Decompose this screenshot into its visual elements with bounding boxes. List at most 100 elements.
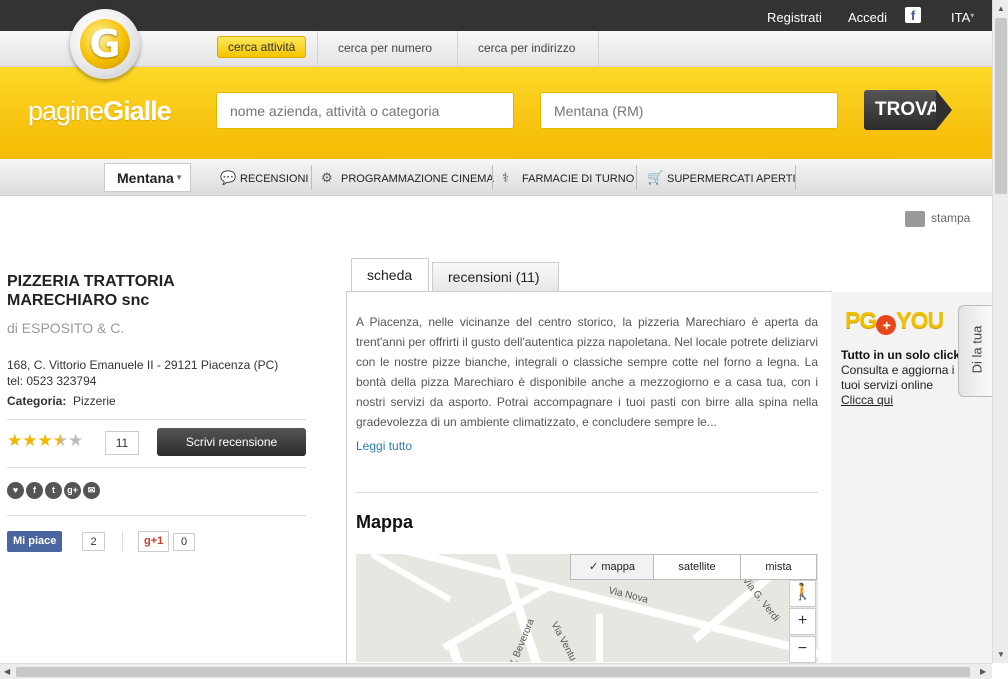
film-reel-icon: ⚙: [321, 170, 333, 185]
pegman-icon[interactable]: 🚶: [789, 580, 816, 607]
shopping-cart-icon: 🛒: [647, 170, 664, 185]
pgyou-line1: Consulta e aggiorna i: [841, 363, 955, 377]
map-road: [596, 614, 603, 662]
nav-label: RECENSIONI: [240, 173, 309, 185]
scroll-right-icon[interactable]: ▶: [980, 667, 986, 676]
registrati-link[interactable]: Registrati: [767, 10, 822, 25]
map-type-satellite[interactable]: satellite: [653, 554, 741, 580]
category-bar: Mentana ▼ 💬 RECENSIONI ⚙ PROGRAMMAZIONE CIN…: [0, 159, 992, 196]
google-plus-one-button[interactable]: g+1: [138, 531, 170, 552]
google-plus-icon[interactable]: g+: [64, 482, 81, 499]
city-label: Mentana: [117, 170, 174, 186]
tab-cerca-per-indirizzo[interactable]: cerca per indirizzo: [478, 41, 575, 55]
feedback-tab[interactable]: Di la tua: [958, 305, 992, 397]
facebook-icon[interactable]: f: [26, 482, 43, 499]
print-button[interactable]: stampa: [905, 211, 970, 227]
twitter-icon[interactable]: t: [45, 482, 62, 499]
paginegialle-logo[interactable]: G: [70, 9, 140, 79]
like-label: Mi piace: [13, 535, 57, 547]
divider: [311, 165, 312, 190]
facebook-icon[interactable]: f: [905, 7, 921, 23]
search-where-input[interactable]: [540, 92, 838, 129]
star-half-icon: ★: [52, 431, 68, 450]
nav-label: FARMACIE DI TURNO: [522, 173, 635, 185]
plus-icon: +: [876, 315, 897, 335]
language-label: ITA: [951, 10, 971, 25]
divider: [492, 165, 493, 190]
tab-cerca-per-numero[interactable]: cerca per numero: [338, 41, 432, 55]
share-icons: ♥ f t g+ ✉: [7, 480, 102, 499]
write-review-button[interactable]: Scrivi recensione: [157, 428, 306, 456]
street-label: Via Ventu: [548, 620, 579, 662]
zoom-in-button[interactable]: +: [789, 608, 816, 635]
pgyou-line2: tuoi servizi online: [841, 378, 934, 392]
leggi-tutto-link[interactable]: Leggi tutto: [356, 439, 412, 453]
scroll-down-icon[interactable]: ▼: [997, 650, 1005, 659]
printer-icon: [905, 211, 925, 227]
feedback-label: Di la tua: [969, 325, 985, 374]
map-type-mappa[interactable]: ✓ mappa: [570, 554, 654, 580]
divider: [122, 531, 123, 551]
language-selector[interactable]: ITA▾: [951, 10, 974, 25]
horizontal-scrollbar[interactable]: ◀ ▶: [0, 663, 992, 679]
pgyou-text: Tutto in un solo click Consulta e aggior…: [841, 348, 960, 408]
star-empty-icon: ★: [67, 431, 84, 450]
divider: [457, 31, 458, 67]
nav-recensioni[interactable]: 💬 RECENSIONI: [220, 170, 308, 186]
scrollbar-thumb[interactable]: [16, 667, 970, 677]
pgyou-headline: Tutto in un solo click: [841, 348, 961, 362]
gplus-label: g+1: [144, 535, 164, 547]
divider: [317, 31, 318, 67]
accedi-link[interactable]: Accedi: [848, 10, 887, 25]
business-address: 168, C. Vittorio Emanuele II - 29121 Pia…: [7, 358, 279, 372]
scroll-up-icon[interactable]: ▲: [997, 4, 1005, 13]
speech-bubble-icon: 💬: [220, 170, 237, 185]
review-count-badge[interactable]: 11: [105, 431, 139, 455]
trova-label: TROVA: [864, 90, 940, 130]
logo-pagine: pagine: [28, 96, 104, 126]
check-icon: ✓: [589, 561, 599, 573]
scroll-left-icon[interactable]: ◀: [4, 667, 10, 676]
like-count: 2: [82, 532, 105, 551]
caduceus-icon: ⚕: [502, 170, 510, 185]
business-name-line2: MARECHIARO snc: [7, 292, 150, 309]
logo-g-mark: G: [80, 19, 130, 69]
business-category: Categoria: Pizzerie: [7, 394, 116, 408]
heart-icon[interactable]: ♥: [7, 482, 24, 499]
logo-gialle: Gialle: [103, 96, 172, 126]
search-what-input[interactable]: [216, 92, 514, 129]
search-type-tabs: cerca attività cerca per numero cerca pe…: [0, 31, 992, 67]
nav-programmazione-cinema[interactable]: ⚙ PROGRAMMAZIONE CINEMA: [321, 170, 494, 186]
email-icon[interactable]: ✉: [83, 482, 100, 499]
chevron-down-icon: ▾: [970, 11, 975, 20]
vertical-scrollbar[interactable]: ▲ ▼: [992, 0, 1008, 663]
map-road: [446, 639, 475, 662]
nav-label: SUPERMERCATI APERTI: [667, 173, 796, 185]
pgyou-link[interactable]: Clicca qui: [841, 393, 960, 408]
divider: [7, 467, 306, 468]
map-type-mista[interactable]: mista: [740, 554, 817, 580]
divider: [598, 31, 599, 67]
nav-farmacie-di-turno[interactable]: ⚕ FARMACIE DI TURNO: [502, 170, 634, 186]
tab-recensioni[interactable]: recensioni (11): [432, 262, 559, 292]
tab-scheda[interactable]: scheda: [351, 258, 429, 292]
nav-supermercati-aperti[interactable]: 🛒 SUPERMERCATI APERTI: [647, 170, 796, 186]
logo-wordmark[interactable]: pagineGialle: [28, 96, 172, 127]
divider: [795, 165, 796, 190]
pgyou-logo[interactable]: PG + YOU: [845, 307, 944, 335]
business-phone: tel: 0523 323794: [7, 374, 97, 388]
scrollbar-thumb[interactable]: [995, 18, 1007, 194]
tab-cerca-attivita[interactable]: cerca attività: [217, 36, 307, 58]
category-label: Categoria:: [7, 394, 67, 408]
business-name-line1: PIZZERIA TRATTORIA: [7, 273, 175, 290]
city-selector[interactable]: Mentana ▼: [104, 163, 191, 192]
category-value[interactable]: Pizzerie: [73, 394, 116, 408]
chevron-down-icon: ▼: [175, 173, 183, 182]
facebook-like-button[interactable]: Mi piace: [7, 531, 63, 552]
print-label: stampa: [931, 211, 971, 226]
business-description: A Piacenza, nelle vicinanze del centro s…: [356, 315, 818, 429]
rating-stars: ★★★★★: [7, 431, 83, 451]
trova-button[interactable]: TROVA: [864, 90, 952, 130]
divider: [7, 515, 306, 516]
zoom-out-button[interactable]: −: [789, 636, 816, 663]
